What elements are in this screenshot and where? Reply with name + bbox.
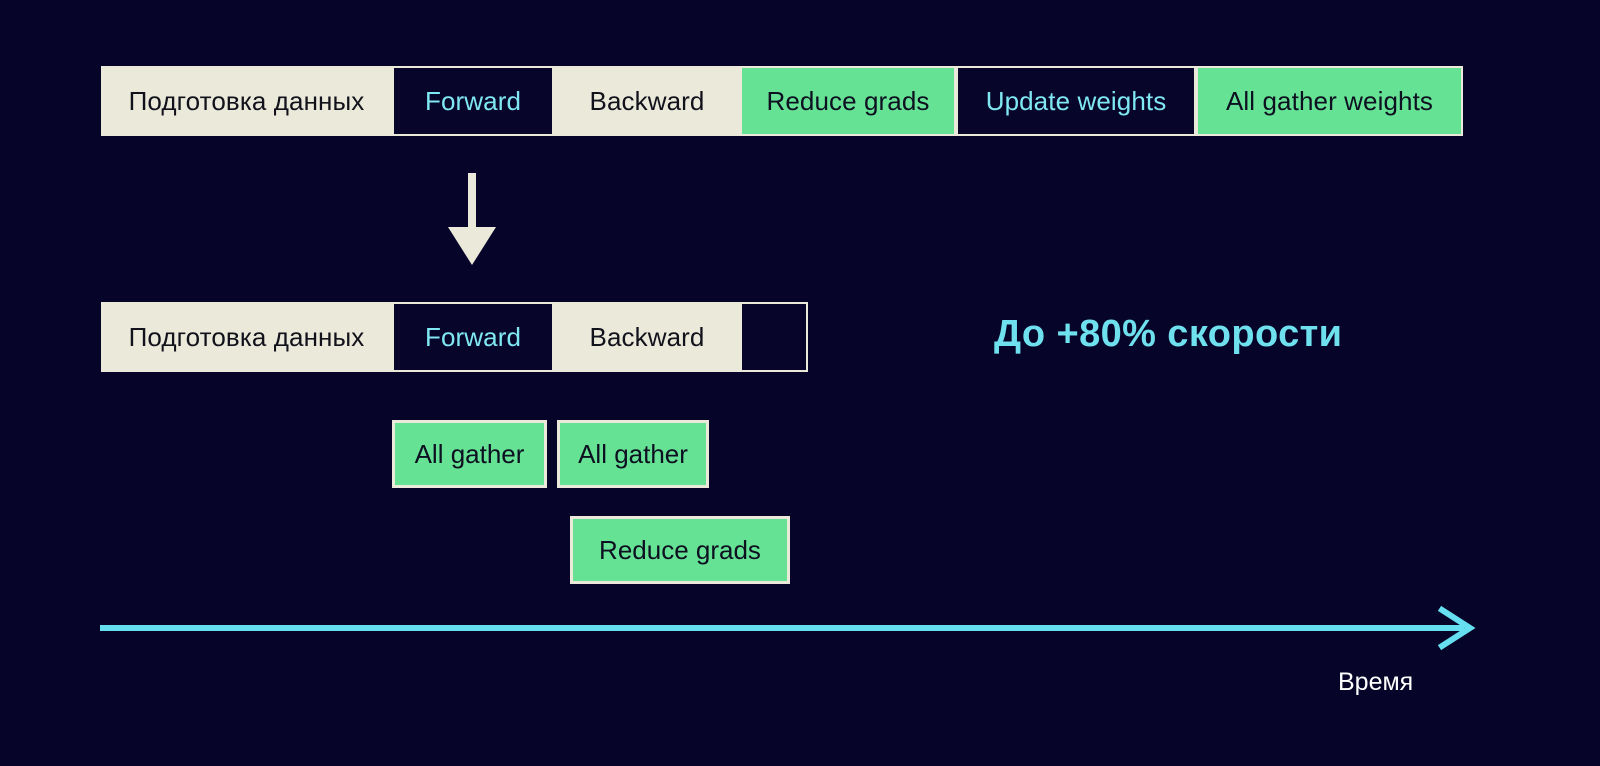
speedup-headline: До +80% скорости bbox=[994, 313, 1343, 355]
diagram-canvas: Подготовка данных Forward Backward Reduc… bbox=[0, 0, 1600, 766]
segment-forward-baseline[interactable]: Forward bbox=[392, 66, 554, 136]
block-reduce-grads[interactable]: Reduce grads bbox=[570, 516, 790, 584]
segment-data-preparation-baseline[interactable]: Подготовка данных bbox=[101, 66, 392, 136]
segment-forward-optimized[interactable]: Forward bbox=[392, 302, 554, 372]
block-all-gather-1[interactable]: All gather bbox=[392, 420, 547, 488]
segment-update-weights-baseline[interactable]: Update weights bbox=[956, 66, 1196, 136]
baseline-timeline-row: Подготовка данных Forward Backward Reduc… bbox=[101, 66, 1463, 136]
time-axis-label: Время bbox=[1338, 668, 1414, 696]
block-all-gather-2[interactable]: All gather bbox=[557, 420, 709, 488]
optimized-timeline-row: Подготовка данных Forward Backward bbox=[101, 302, 808, 372]
segment-reduce-grads-baseline[interactable]: Reduce grads bbox=[740, 66, 956, 136]
segment-all-gather-weights-baseline[interactable]: All gather weights bbox=[1196, 66, 1463, 136]
segment-idle-optimized[interactable] bbox=[740, 302, 808, 372]
segment-backward-optimized[interactable]: Backward bbox=[554, 302, 740, 372]
segment-data-preparation-optimized[interactable]: Подготовка данных bbox=[101, 302, 392, 372]
segment-backward-baseline[interactable]: Backward bbox=[554, 66, 740, 136]
down-arrow-icon bbox=[440, 173, 504, 265]
time-axis-arrow-icon bbox=[96, 604, 1476, 652]
